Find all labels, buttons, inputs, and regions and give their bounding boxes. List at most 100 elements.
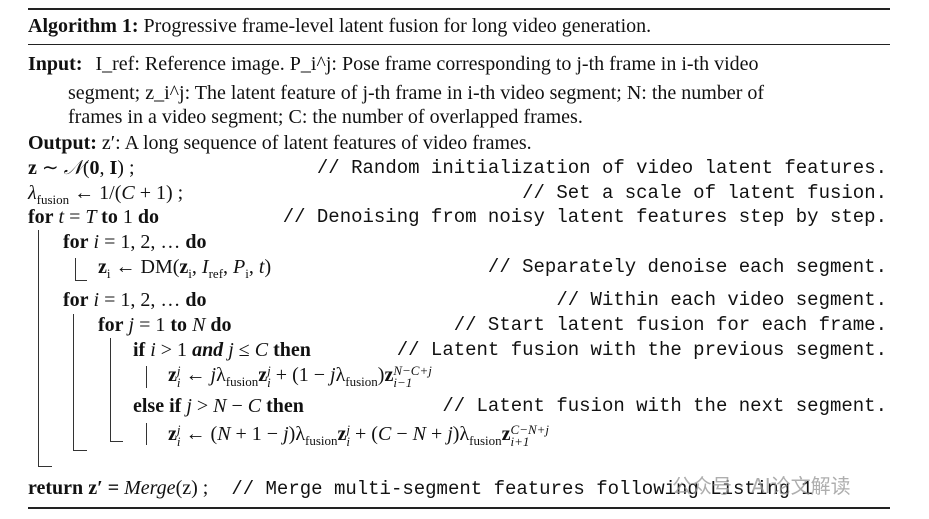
math-token: , (248, 256, 259, 278)
math-token: z (258, 364, 268, 386)
line-comment: // Denoising from noisy latent features … (282, 206, 887, 228)
math-token: ref (208, 266, 224, 281)
for-i-2-block-end (73, 450, 87, 451)
math-token: z (384, 364, 394, 386)
line-comment: // Separately denoise each segment. (487, 256, 887, 278)
math-token: + 1 − (230, 423, 284, 445)
for-j-block-bar (110, 338, 111, 441)
keyword: and (192, 339, 224, 361)
keyword: do (185, 289, 207, 311)
input-line-3: frames in a video segment; C: the number… (68, 106, 583, 128)
keyword: then (266, 395, 304, 417)
algorithm-line: for i = 1, 2, … do (63, 230, 207, 254)
math-token: fusion (345, 374, 378, 389)
keyword: do (137, 206, 159, 228)
math-token: z (28, 157, 37, 179)
math-token: P (233, 256, 246, 278)
math-token: N (217, 423, 231, 445)
math-token: ← ( (180, 423, 218, 445)
math-token: = (69, 206, 86, 228)
math-token: C (254, 339, 274, 361)
algorithm-line: zji ← jλfusionz j i + (1 − jλfusion)z N−C+j… (168, 363, 432, 394)
algorithm-line: if i > 1 and j ≤ C then (133, 338, 311, 362)
math-token: i (88, 231, 105, 253)
for-i-1-block-end (75, 280, 87, 281)
math-token: λ (335, 364, 346, 386)
math-token: N (213, 395, 232, 417)
line-comment: // Latent fusion with the previous segme… (396, 339, 887, 361)
math-token: fusion (225, 374, 259, 389)
line-comment: // Set a scale of latent fusion. (522, 182, 887, 204)
math-token: 𝒩 (63, 157, 83, 179)
math-token: ( (82, 157, 90, 179)
input-line-2: segment; z_i^j: The latent feature of j-… (68, 82, 765, 104)
math-token: C (377, 423, 392, 445)
math-token: , (223, 256, 234, 278)
math-token: I (201, 256, 209, 278)
algorithm-line: for i = 1, 2, … do (63, 288, 207, 312)
algorithm-caption: Algorithm 1: Progressive frame-level lat… (28, 14, 651, 39)
algorithm-line: zi ← DM(zi, Iref, Pi, t) (98, 255, 271, 286)
math-token: + (1 − (270, 364, 331, 386)
for-i-1-block-bar (75, 258, 76, 280)
math-token: z (168, 364, 177, 386)
math-token: z (501, 423, 511, 445)
keyword: if (133, 339, 146, 361)
sup-sub: N−C+j i−1 (393, 363, 432, 390)
for-t-block-end (38, 466, 52, 467)
keyword: do (210, 314, 232, 336)
math-token: ) ; (117, 157, 135, 179)
line-comment: // Within each video segment. (556, 289, 887, 311)
algorithm-line: for t = T to 1 do (28, 205, 159, 229)
math-token: C (247, 395, 267, 417)
keyword: for (63, 289, 89, 311)
algorithm-line: for j = 1 to N do (98, 313, 232, 337)
merge-args: (z) ; (175, 477, 209, 499)
for-i-2-block-bar (73, 314, 74, 450)
line-comment: // Random initialization of video latent… (316, 157, 887, 179)
math-token: ← DM( (110, 256, 180, 278)
math-token: + ( (350, 423, 378, 445)
line-comment: // Start latent fusion for each frame. (453, 314, 887, 336)
math-token: fusion (469, 433, 502, 448)
algorithm-title: Progressive frame-level latent fusion fo… (143, 15, 652, 37)
math-token: T (85, 206, 102, 228)
math-token: ← (180, 364, 211, 386)
math-token: i (145, 339, 161, 361)
math-token: + (425, 423, 448, 445)
else-if-block-bar (146, 423, 147, 445)
for-t-block-bar (38, 230, 39, 466)
keyword: to (170, 314, 188, 336)
input-line-1: I_ref: Reference image. P_i^j: Pose fram… (95, 53, 759, 75)
if-block-bar (146, 366, 147, 388)
math-token: 0 (89, 157, 100, 179)
for-j-block-end (110, 441, 123, 442)
algorithm-line: z ∼ 𝒩(0, I) ; (28, 156, 135, 180)
keyword: for (98, 314, 124, 336)
math-token: C (121, 182, 135, 204)
bottom-rule (28, 507, 890, 509)
return-expr: z′ = (83, 477, 125, 499)
caption-rule (28, 44, 890, 45)
math-token: fusion (305, 433, 338, 448)
math-token: = 1, 2, … (104, 289, 186, 311)
math-token: j (223, 339, 239, 361)
keyword: to (101, 206, 118, 228)
merge-func: Merge (124, 477, 176, 499)
keyword: for (28, 206, 54, 228)
math-token: z (179, 256, 189, 278)
math-token: = 1 (139, 314, 171, 336)
math-token: N (187, 314, 211, 336)
math-token: ← 1/( (69, 182, 122, 204)
math-token: − (231, 395, 248, 417)
math-token: j (123, 314, 140, 336)
math-token: j (181, 395, 197, 417)
math-token: t (53, 206, 70, 228)
input-label: Input: (28, 53, 83, 75)
keyword: then (273, 339, 311, 361)
sup-sub: C−N+j i+1 (510, 422, 550, 449)
output-block: Output: z′: A long sequence of latent fe… (28, 131, 532, 156)
math-token: )λ (288, 423, 306, 445)
math-token: − (391, 423, 413, 445)
math-token: N (412, 423, 426, 445)
